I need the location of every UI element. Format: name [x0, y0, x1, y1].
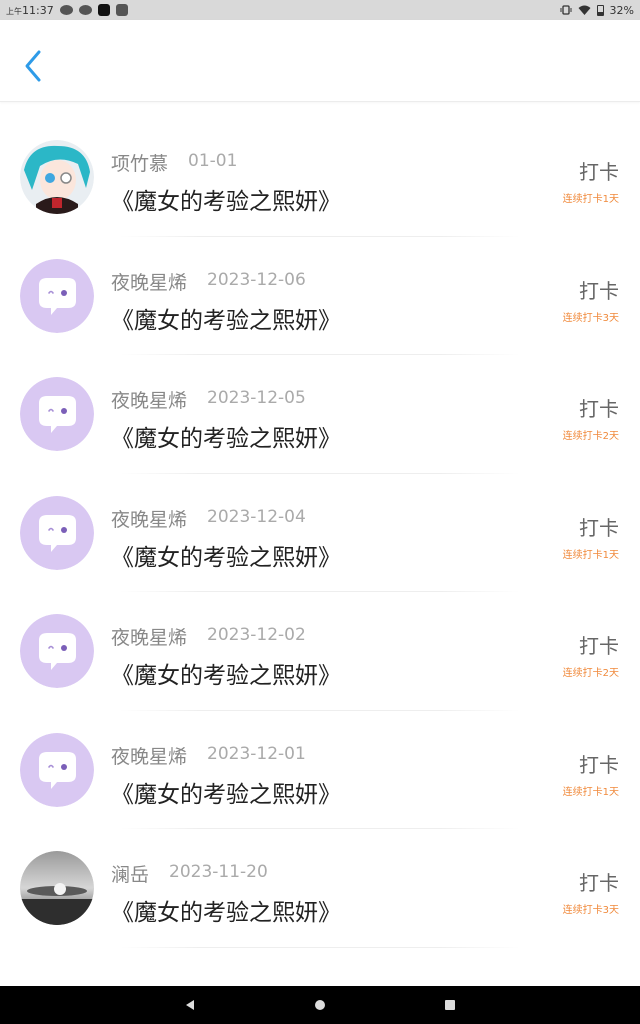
status-bar: 上午11:37 32%: [0, 0, 640, 20]
list-item[interactable]: 项竹慕 01-01 《魔女的考验之熙妍》 打卡连续打卡1天: [0, 118, 640, 237]
user-name: 夜晚星烯: [111, 627, 188, 649]
checkin-label: 打卡: [579, 397, 619, 421]
navigation-bar: [0, 986, 640, 1024]
app-notification-icon: [97, 4, 110, 16]
user-name: 夜晚星烯: [111, 508, 188, 531]
user-name: 夜晚星烯: [111, 390, 188, 412]
battery-percentage: 32%: [609, 3, 634, 17]
list-item[interactable]: 夜晚星烯 2023-12-02 《魔女的考验之熙妍》 打卡连续打卡2天: [0, 592, 640, 711]
photo-avatar-icon: [20, 851, 94, 925]
checkin-label: 打卡: [579, 515, 619, 540]
checkin-date: 2023-12-06: [207, 269, 306, 290]
app-notification-icon-2: [115, 4, 128, 16]
book-title: 《魔女的考验之熙妍》: [111, 544, 341, 571]
vibrate-icon: [560, 5, 572, 15]
nav-back-button[interactable]: [160, 986, 220, 1024]
chat-bubble-avatar-icon: [20, 258, 94, 333]
book-title: 《魔女的考验之熙妍》: [111, 426, 341, 452]
wifi-icon: [578, 5, 591, 15]
list-item[interactable]: 夜晚星烯 2023-12-04 《魔女的考验之熙妍》 打卡连续打卡1天: [0, 474, 640, 593]
checkin-label: 打卡: [579, 871, 619, 895]
streak-badge: 连续打卡2天: [562, 668, 619, 679]
nav-home-button[interactable]: [290, 986, 350, 1024]
checkin-date: 2023-12-05: [207, 388, 306, 408]
status-time-prefix: 上午: [6, 6, 22, 16]
battery-icon: [596, 4, 604, 16]
checkin-date: 01-01: [188, 151, 238, 171]
avatar[interactable]: [20, 495, 94, 570]
triangle-back-icon: [186, 1000, 194, 1010]
circle-home-icon: [315, 1000, 325, 1010]
list-item[interactable]: 澜岳 2023-11-20 《魔女的考验之熙妍》 打卡连续打卡3天: [0, 829, 640, 948]
anime-avatar-icon: [20, 140, 94, 214]
book-title: 《魔女的考验之熙妍》: [111, 663, 341, 689]
streak-badge: 连续打卡3天: [562, 312, 619, 324]
streak-badge: 连续打卡1天: [562, 786, 619, 798]
status-time: 11:37: [22, 3, 54, 17]
avatar[interactable]: [20, 851, 94, 925]
checkin-date: 2023-11-20: [169, 862, 268, 882]
user-name: 项竹慕: [111, 153, 169, 175]
chat-bubble-avatar-icon: [20, 614, 94, 688]
user-name: 夜晚星烯: [111, 271, 188, 294]
user-name: 澜岳: [111, 864, 150, 886]
avatar[interactable]: [20, 614, 94, 688]
list-item[interactable]: 夜晚星烯 2023-12-01 《魔女的考验之熙妍》 打卡连续打卡1天: [0, 711, 640, 830]
checkin-label: 打卡: [579, 752, 619, 777]
streak-badge: 连续打卡1天: [562, 549, 619, 561]
square-recents-icon: [445, 1000, 455, 1010]
chat-bubble-avatar-icon: [20, 732, 94, 807]
header: [0, 20, 640, 102]
chat-bubble-avatar-icon: [20, 377, 94, 451]
book-title: 《魔女的考验之熙妍》: [111, 307, 341, 334]
list-item[interactable]: 夜晚星烯 2023-12-05 《魔女的考验之熙妍》 打卡连续打卡2天: [0, 355, 640, 474]
nav-recents-button[interactable]: [420, 986, 480, 1024]
streak-badge: 连续打卡2天: [562, 431, 619, 442]
checkin-date: 2023-12-01: [207, 743, 306, 764]
checkin-label: 打卡: [579, 634, 619, 658]
checkin-date: 2023-12-02: [207, 625, 306, 645]
user-name: 夜晚星烯: [111, 745, 188, 768]
checkin-label: 打卡: [579, 278, 619, 303]
chevron-left-icon: [25, 50, 41, 82]
checkin-label: 打卡: [579, 160, 619, 184]
avatar[interactable]: [20, 732, 94, 807]
book-title: 《魔女的考验之熙妍》: [111, 189, 341, 215]
book-title: 《魔女的考验之熙妍》: [111, 781, 341, 808]
wechat-notification-icon: [59, 5, 73, 15]
book-title: 《魔女的考验之熙妍》: [111, 900, 341, 926]
checkin-date: 2023-12-04: [207, 506, 306, 527]
back-button[interactable]: [18, 48, 50, 84]
wechat-notification-icon-2: [78, 5, 92, 15]
avatar[interactable]: [20, 140, 94, 214]
avatar[interactable]: [20, 258, 94, 333]
chat-bubble-avatar-icon: [20, 495, 94, 570]
avatar[interactable]: [20, 377, 94, 451]
checkin-list: 项竹慕 01-01 《魔女的考验之熙妍》 打卡 连续打卡1天 夜晚星烯 2023-12-06…: [0, 118, 640, 948]
streak-badge: 连续打卡3天: [562, 905, 619, 916]
list-item[interactable]: 夜晚星烯 2023-12-06 《魔女的考验之熙妍》 打卡连续打卡3天: [0, 237, 640, 356]
streak-badge: 连续打卡1天: [562, 194, 619, 205]
